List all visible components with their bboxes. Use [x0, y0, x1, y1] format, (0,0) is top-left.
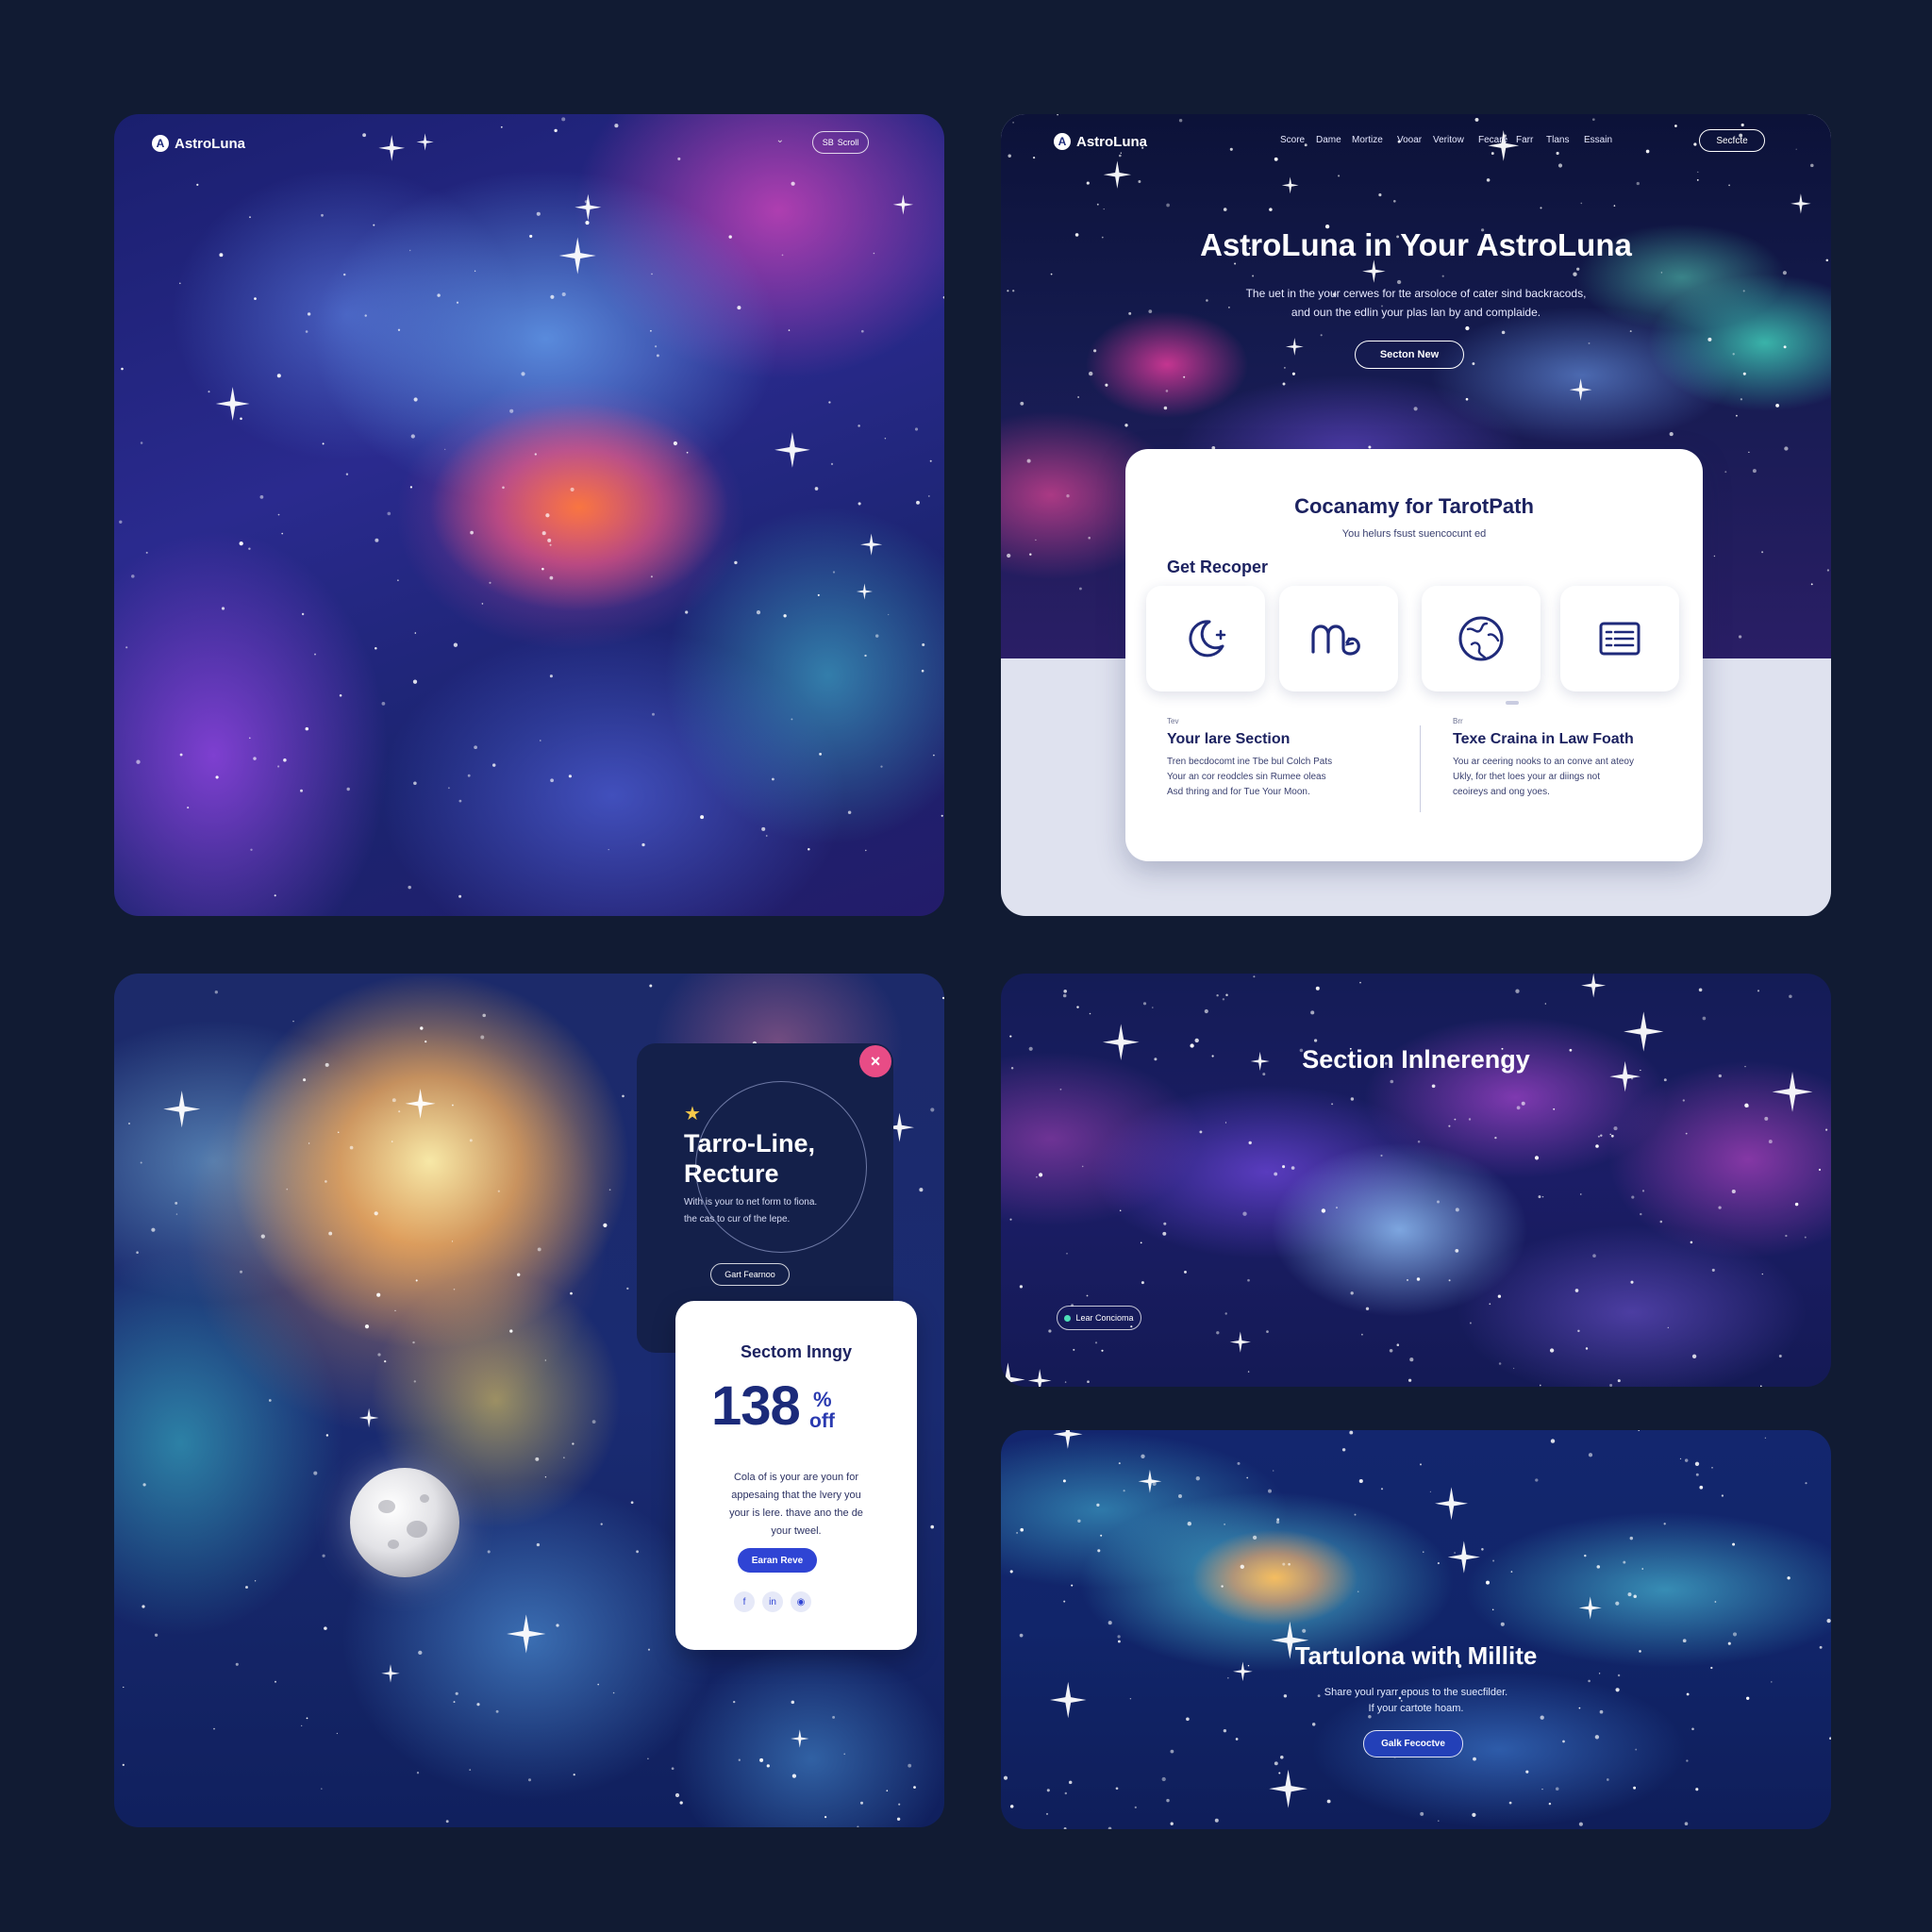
list-card-icon [1599, 622, 1641, 656]
column-body-line: ceoireys and ong yoes. [1453, 787, 1550, 797]
cta-subtitle: Share youl ryarr epous to the suecfilder… [1001, 1685, 1831, 1717]
carousel-indicator[interactable] [1506, 701, 1519, 705]
claim-button[interactable]: Earan Reve [738, 1548, 817, 1573]
zodiac-tile[interactable] [1279, 586, 1398, 691]
status-dot-icon [1064, 1314, 1072, 1322]
landing-page-panel: A AstroLuna Score Dame Mortize Vooar Veritow… [1001, 114, 1831, 916]
discount-body-line: Cola of is your are youn for [733, 1472, 859, 1483]
cta-title: Tartulona with Millite [1294, 1641, 1538, 1670]
cta-button[interactable]: Galk Fecoctve [1363, 1730, 1463, 1757]
discount-body: Cola of is your are youn for appesaing t… [702, 1469, 891, 1541]
nav-link[interactable]: Score [1280, 135, 1316, 145]
offer-body-line: the cas to cur of the lepe. [684, 1214, 791, 1224]
top-navbar: A AstroLuna Score Dame Mortize Vooar Veritow… [1054, 127, 1765, 156]
discount-title: Sectom Inngy [740, 1342, 853, 1361]
column-body-line: Asd thring and for Tue Your Moon. [1167, 787, 1310, 797]
discount-off: off [809, 1410, 835, 1432]
column-title: Texe Craina in Law Foath [1453, 731, 1634, 747]
column-body: You ar ceering nooks to an conve ant ate… [1453, 755, 1660, 800]
globe-icon [1458, 616, 1504, 661]
hero-subtitle: The uet in the your cerwes for tte arsol… [1001, 284, 1831, 322]
hero-subtitle-line: The uet in the your cerwes for tte arsol… [1245, 287, 1587, 300]
learn-button[interactable]: Lear Concioma [1057, 1306, 1141, 1330]
offer-body: With is your to net form to fiona. the c… [684, 1194, 873, 1228]
discount-body-line: your tweel. [771, 1525, 822, 1537]
brand-logo[interactable]: A AstroLuna [1054, 133, 1147, 150]
offer-title-line: Recture [684, 1159, 779, 1188]
discount-card: Sectom Inngy 138 % off Cola of is your a… [675, 1301, 917, 1650]
astroluna-logo-icon: A [1054, 133, 1071, 150]
pill-label: Scroll [837, 138, 859, 147]
hero-subtitle-line: and oun the edlin your plas lan by and c… [1291, 306, 1541, 319]
section-title: Section Inlnerengy [1302, 1045, 1530, 1074]
linkedin-icon[interactable]: in [762, 1591, 783, 1612]
cta-banner-panel: Tartulona with Millite Share youl ryarr … [1001, 1430, 1831, 1829]
nav-links: Score Dame Mortize Vooar Veritow Fecare Farr Tl… [1280, 135, 1622, 145]
mini-navbar: A AstroLuna ⌄ SB Scroll [152, 129, 869, 158]
brand-name: AstroLuna [1076, 133, 1147, 150]
nav-link[interactable]: Dame [1316, 135, 1352, 145]
offer-button[interactable]: Gart Fearnoo [710, 1263, 790, 1286]
nav-link[interactable]: Farr [1516, 135, 1546, 145]
nav-link[interactable]: Veritow [1433, 135, 1478, 145]
column-body-line: Tren becdocomt ine Tbe bul Colch Pats [1167, 757, 1333, 767]
column-body-line: You ar ceering nooks to an conve ant ate… [1453, 757, 1634, 767]
offer-title: Tarro-Line, Recture [684, 1128, 873, 1189]
brand-name: AstroLuna [175, 135, 245, 152]
star-icon: ★ [684, 1104, 701, 1124]
card-title: Cocanamy for TarotPath [1294, 494, 1534, 518]
discount-body-line: appesaing that the lvery you [731, 1490, 861, 1501]
starfield [119, 117, 944, 898]
discount-percent: % [813, 1388, 832, 1411]
column-body-line: Ukly, for thet loes your ar diings not [1453, 772, 1600, 782]
brand-logo[interactable]: A AstroLuna [152, 135, 245, 152]
column-label: Tev [1167, 717, 1179, 725]
discount-body-line: your is lere. thave ano the de [729, 1507, 863, 1519]
column-body: Tren becdocomt ine Tbe bul Colch Pats Yo… [1167, 755, 1374, 800]
section-banner-panel: Section Inlnerengy Lear Concioma [1001, 974, 1831, 1387]
card-subtitle: You helurs fsust suencocunt ed [1341, 528, 1487, 540]
nav-cta-button[interactable]: Secfcte [1699, 129, 1765, 152]
moon-tile[interactable] [1146, 586, 1265, 691]
column-divider [1420, 725, 1421, 812]
feature-card: Cocanamy for TarotPath You helurs fsust … [1125, 449, 1703, 861]
section-label: Get Recoper [1167, 558, 1269, 576]
hero-cta-button[interactable]: Secton New [1355, 341, 1464, 369]
nav-link[interactable]: Mortize [1352, 135, 1397, 145]
discount-value: 138 [711, 1375, 801, 1437]
instagram-icon[interactable]: ◉ [791, 1591, 811, 1612]
galaxy-panel-a: A AstroLuna ⌄ SB Scroll [114, 114, 944, 916]
column-title: Your lare Section [1167, 731, 1291, 747]
nav-link[interactable]: Tlans [1546, 135, 1584, 145]
facebook-icon[interactable]: f [734, 1591, 755, 1612]
starfield [1003, 1430, 1831, 1829]
offer-panel: ★ Tarro-Line, Recture With is your to ne… [114, 974, 944, 1827]
social-links: f in ◉ [734, 1591, 811, 1612]
column-body-line: Your an cor reodcles sin Rumee oleas [1167, 772, 1326, 782]
nav-link[interactable]: Vooar [1397, 135, 1433, 145]
zodiac-icon [1311, 625, 1360, 656]
globe-tile[interactable] [1422, 586, 1541, 691]
close-icon[interactable]: × [859, 1045, 891, 1077]
hero-title: AstroLuna in Your AstroLuna [1200, 227, 1632, 262]
astroluna-logo-icon: A [152, 135, 169, 152]
offer-body-line: With is your to net form to fiona. [684, 1197, 818, 1208]
learn-button-label: Lear Concioma [1075, 1313, 1134, 1323]
cta-subtitle-line: If your cartote hoam. [1368, 1703, 1464, 1714]
moon-icon [1189, 620, 1226, 658]
chevron-down-icon[interactable]: ⌄ [776, 135, 784, 145]
cta-subtitle-line: Share youl ryarr epous to the suecfilder… [1324, 1687, 1508, 1698]
offer-title-line: Tarro-Line, [684, 1129, 816, 1158]
nav-link[interactable]: Essain [1584, 135, 1622, 145]
list-card-tile[interactable] [1560, 586, 1679, 691]
pill-icon: SB [822, 138, 834, 147]
column-label: Brr [1453, 717, 1463, 725]
scroll-pill-button[interactable]: SB Scroll [812, 131, 869, 154]
nav-link[interactable]: Fecare [1478, 135, 1516, 145]
moon-illustration [350, 1468, 459, 1577]
